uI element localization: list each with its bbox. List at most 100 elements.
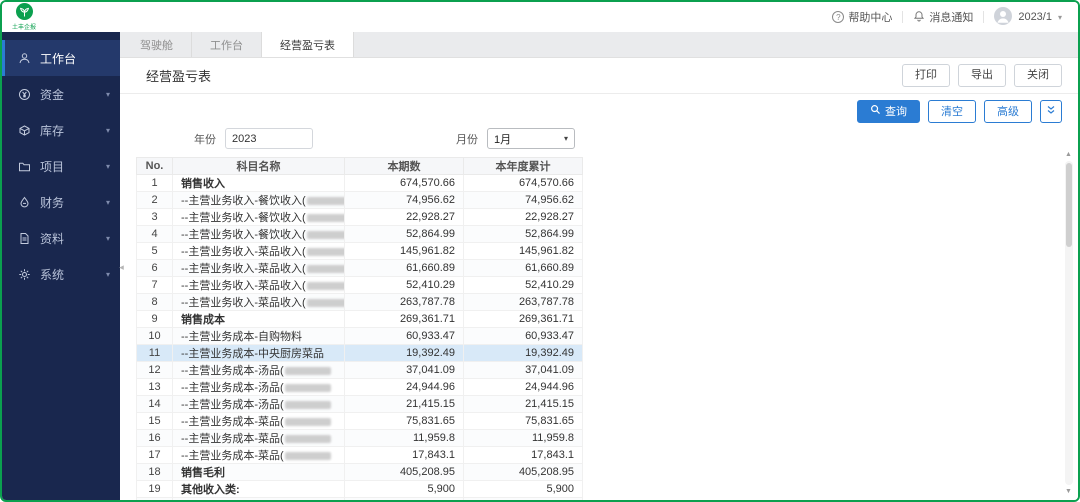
- sidebar-item-projects[interactable]: 项目 ▾: [2, 148, 120, 184]
- month-label: 月份: [456, 133, 478, 146]
- cell-ytd: 61,660.89: [463, 259, 583, 278]
- advanced-button[interactable]: 高级: [984, 100, 1032, 124]
- table-body: 1 销售收入 674,570.66 674,570.66 2 --主营业务收入-餐饮收入(…: [136, 174, 583, 500]
- table-row[interactable]: 19 其他收入类: 5,900 5,900: [136, 480, 583, 499]
- cell-current-period: 17,843.1: [344, 446, 464, 465]
- table-header-row: No. 科目名称 本期数 本年度累计: [136, 157, 583, 176]
- print-button[interactable]: 打印: [902, 64, 950, 87]
- month-select[interactable]: 1月 ▾: [487, 128, 575, 150]
- materials-icon: [18, 232, 31, 245]
- cell-no: 16: [136, 429, 173, 448]
- table-row[interactable]: 11 --主营业务成本-中央厨房菜品 19,392.49 19,392.49: [136, 344, 583, 363]
- table-row[interactable]: 7 --主营业务收入-菜品收入(52,410.29 52,410.29: [136, 276, 583, 295]
- funds-icon: [18, 88, 31, 101]
- scrollbar-track[interactable]: [1064, 161, 1073, 485]
- table-row[interactable]: 4 --主营业务收入-餐饮收入(52,864.99 52,864.99: [136, 225, 583, 244]
- scroll-up-icon[interactable]: ▲: [1065, 150, 1072, 159]
- sidebar-item-system[interactable]: 系统 ▾: [2, 256, 120, 292]
- cell-no: 3: [136, 208, 173, 227]
- cell-no: 18: [136, 463, 173, 482]
- year-input[interactable]: [225, 128, 313, 150]
- table-row[interactable]: 10 --主营业务成本-自购物料 60,933.47 60,933.47: [136, 327, 583, 346]
- table-row[interactable]: 5 --主营业务收入-菜品收入(145,961.82 145,961.82: [136, 242, 583, 261]
- app-window: 土丰企报 ? 帮助中心 消息通知 2023/1 ▾ 工作台 资金 ▾ 库存 ▾ …: [0, 0, 1080, 502]
- table-row[interactable]: 13 --主营业务成本-汤品(24,944.96 24,944.96: [136, 378, 583, 397]
- cell-subject: --主营业务收入-餐饮收入(: [172, 225, 345, 244]
- cell-ytd: 22,928.27: [463, 208, 583, 227]
- user-menu[interactable]: 2023/1 ▾: [994, 6, 1062, 28]
- column-header-1: 科目名称: [172, 157, 345, 176]
- notifications-link[interactable]: 消息通知: [913, 9, 973, 25]
- table-row[interactable]: 6 --主营业务收入-菜品收入(61,660.89 61,660.89: [136, 259, 583, 278]
- double-chevron-down-icon: [1046, 105, 1056, 119]
- table-row[interactable]: 8 --主营业务收入-菜品收入(263,787.78 263,787.78: [136, 293, 583, 312]
- scroll-down-icon[interactable]: ▼: [1065, 487, 1072, 496]
- tab-bar: 驾驶舱 工作台 经营盈亏表: [120, 32, 1078, 58]
- table-row[interactable]: 12 --主营业务成本-汤品(37,041.09 37,041.09: [136, 361, 583, 380]
- cell-subject: --主营业务成本-汤品(: [172, 395, 345, 414]
- column-header-2: 本期数: [344, 157, 464, 176]
- table-row[interactable]: 15 --主营业务成本-菜品(75,831.65 75,831.65: [136, 412, 583, 431]
- collapse-query-button[interactable]: [1040, 100, 1062, 124]
- cell-ytd: 405,208.95: [463, 463, 583, 482]
- cell-no: 2: [136, 191, 173, 210]
- sidebar-item-finance[interactable]: 财务 ▾: [2, 184, 120, 220]
- cell-ytd: 75,831.65: [463, 412, 583, 431]
- table-row[interactable]: 20--其他业务收入-废品收入5,9005,900: [136, 497, 583, 500]
- scrollbar-thumb[interactable]: [1065, 163, 1072, 247]
- cell-current-period: 405,208.95: [344, 463, 464, 482]
- sidebar-item-label: 系统: [40, 267, 65, 282]
- sidebar-item-workbench[interactable]: 工作台: [2, 40, 120, 76]
- cell-no: 11: [136, 344, 173, 363]
- cell-ytd: 52,410.29: [463, 276, 583, 295]
- chevron-down-icon: ▾: [105, 161, 110, 171]
- help-center-link[interactable]: ? 帮助中心: [832, 9, 892, 25]
- sidebar-item-funds[interactable]: 资金 ▾: [2, 76, 120, 112]
- table-row[interactable]: 3 --主营业务收入-餐饮收入(22,928.27 22,928.27: [136, 208, 583, 227]
- table-row[interactable]: 17 --主营业务成本-菜品(17,843.1 17,843.1: [136, 446, 583, 465]
- cell-ytd: 5,900: [463, 497, 583, 500]
- tab-cockpit[interactable]: 驾驶舱: [122, 32, 192, 57]
- sidebar-item-label: 项目: [40, 159, 65, 174]
- sidebar-item-materials[interactable]: 资料 ▾: [2, 220, 120, 256]
- tab-pnl[interactable]: 经营盈亏表: [262, 32, 354, 57]
- month-select-value: 1月: [494, 133, 512, 146]
- chevron-down-icon: ▾: [105, 89, 110, 99]
- cell-subject: --主营业务收入-菜品收入(: [172, 293, 345, 312]
- search-button[interactable]: 查询: [857, 100, 920, 124]
- cell-ytd: 19,392.49: [463, 344, 583, 363]
- cell-no: 7: [136, 276, 173, 295]
- export-button[interactable]: 导出: [958, 64, 1006, 87]
- redacted-text: [306, 231, 344, 240]
- cell-current-period: 269,361.71: [344, 310, 464, 329]
- brand-logo: 土丰企报: [12, 3, 36, 31]
- cell-current-period: 37,041.09: [344, 361, 464, 380]
- table-row[interactable]: 16 --主营业务成本-菜品(11,959.8 11,959.8: [136, 429, 583, 448]
- workbench-icon: [18, 52, 31, 65]
- chevron-down-icon: ▾: [105, 269, 110, 279]
- table-row[interactable]: 18 销售毛利 405,208.95 405,208.95: [136, 463, 583, 482]
- sidebar-item-inventory[interactable]: 库存 ▾: [2, 112, 120, 148]
- clear-button[interactable]: 清空: [928, 100, 976, 124]
- table-row[interactable]: 9 销售成本 269,361.71 269,361.71: [136, 310, 583, 329]
- table-row[interactable]: 2 --主营业务收入-餐饮收入(74,956.62 74,956.62: [136, 191, 583, 210]
- cell-no: 17: [136, 446, 173, 465]
- sidebar-collapse-handle[interactable]: ◂: [116, 252, 127, 282]
- table-row[interactable]: 14 --主营业务成本-汤品(21,415.15 21,415.15: [136, 395, 583, 414]
- cell-current-period: 24,944.96: [344, 378, 464, 397]
- tab-workbench[interactable]: 工作台: [192, 32, 262, 57]
- cell-current-period: 52,864.99: [344, 225, 464, 244]
- head-actions: 打印 导出 关闭: [902, 64, 1062, 87]
- cell-no: 14: [136, 395, 173, 414]
- table-row[interactable]: 1 销售收入 674,570.66 674,570.66: [136, 174, 583, 193]
- close-button[interactable]: 关闭: [1014, 64, 1062, 87]
- query-fields: 年份 月份 1月 ▾: [136, 128, 1062, 150]
- cell-ytd: 37,041.09: [463, 361, 583, 380]
- cell-current-period: 5,900: [344, 497, 464, 500]
- vertical-scrollbar[interactable]: ▲ ▼: [1063, 150, 1074, 496]
- projects-icon: [18, 160, 31, 173]
- cell-current-period: 61,660.89: [344, 259, 464, 278]
- cell-subject: --主营业务收入-菜品收入(: [172, 242, 345, 261]
- inventory-icon: [18, 124, 31, 137]
- report-table: No. 科目名称 本期数 本年度累计 1 销售收入 674,570.66 674,570.6…: [136, 157, 583, 500]
